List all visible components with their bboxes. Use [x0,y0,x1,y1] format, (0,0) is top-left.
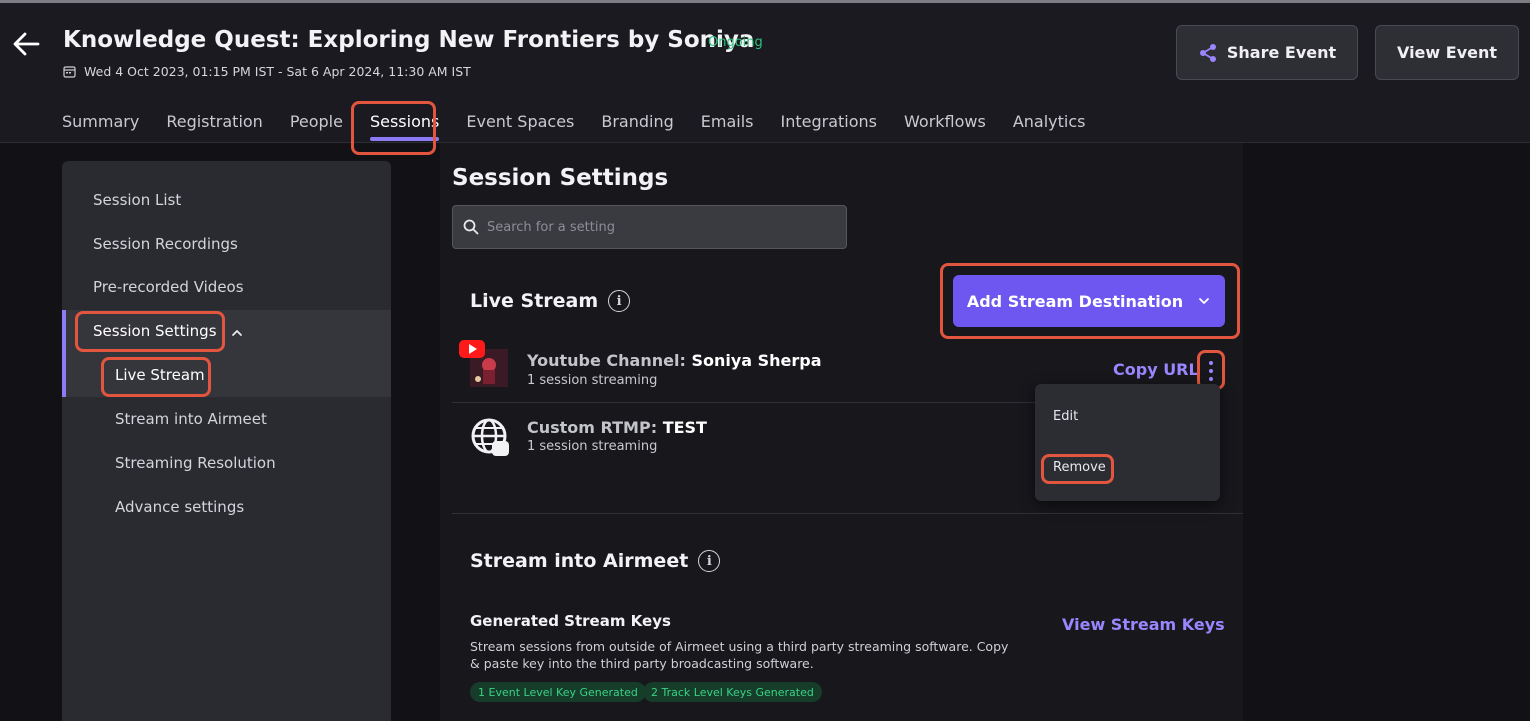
share-event-button[interactable]: Share Event [1176,25,1358,80]
menu-item-remove[interactable]: Remove [1053,460,1106,475]
destination-youtube-name: Youtube Channel: Soniya Sherpa [527,351,822,370]
destination-youtube-type: Youtube Channel: [527,351,686,370]
page-title: Session Settings [452,165,669,191]
sidebar-subitem-stream-into-airmeet[interactable]: Stream into Airmeet [115,410,267,428]
more-options-icon[interactable] [1201,354,1221,387]
destination-rtmp-label: TEST [662,418,707,437]
tab-registration[interactable]: Registration [166,99,262,143]
sidebar-subitem-live-stream[interactable]: Live Stream [115,366,205,384]
generated-stream-keys-title: Generated Stream Keys [470,612,671,630]
menu-item-edit[interactable]: Edit [1053,409,1078,424]
chevron-up-icon[interactable] [230,326,244,340]
event-level-key-badge: 1 Event Level Key Generated [470,682,646,702]
event-status-badge: Ongoing [708,35,763,50]
add-stream-destination-label: Add Stream Destination [966,291,1184,311]
sidebar-subitem-advance-settings[interactable]: Advance settings [115,498,244,516]
tab-branding[interactable]: Branding [601,99,673,143]
chevron-down-icon [1199,298,1210,304]
event-date-range: Wed 4 Oct 2023, 01:15 PM IST - Sat 6 Apr… [84,64,471,79]
youtube-channel-avatar [458,339,510,389]
tab-workflows[interactable]: Workflows [904,99,986,143]
share-icon [1199,43,1216,62]
settings-search-box[interactable] [452,205,847,249]
tab-emails[interactable]: Emails [701,99,754,143]
sidebar-item-session-recordings[interactable]: Session Recordings [93,235,238,253]
tab-people[interactable]: People [290,99,343,143]
destination-youtube-status: 1 session streaming [527,373,658,388]
share-event-label: Share Event [1226,43,1337,62]
event-title: Knowledge Quest: Exploring New Frontiers… [63,27,755,53]
event-date-row: Wed 4 Oct 2023, 01:15 PM IST - Sat 6 Apr… [63,64,471,79]
destination-rtmp-status: 1 session streaming [527,439,658,454]
event-tabs: Summary Registration People Sessions Eve… [62,99,1112,143]
section-divider [452,513,1243,514]
tab-sessions[interactable]: Sessions [369,99,440,143]
tab-summary[interactable]: Summary [62,99,139,143]
destination-options-menu: Edit Remove [1035,384,1220,501]
sidebar-active-indicator [62,310,66,397]
destination-rtmp-type: Custom RTMP: [527,418,658,437]
sidebar-item-session-list[interactable]: Session List [93,191,181,209]
stream-into-airmeet-title: Stream into Airmeet [470,550,689,572]
sidebar-subitem-streaming-resolution[interactable]: Streaming Resolution [115,454,276,472]
settings-search-input[interactable] [487,219,827,235]
generated-stream-keys-description: Stream sessions from outside of Airmeet … [470,639,1009,671]
live-stream-title: Live Stream [470,290,599,312]
tab-analytics[interactable]: Analytics [1013,99,1086,143]
view-event-button[interactable]: View Event [1375,25,1519,80]
search-icon [463,219,479,235]
destination-youtube-channel: Soniya Sherpa [691,351,822,370]
info-icon[interactable]: i [608,290,631,312]
sidebar-item-session-settings[interactable]: Session Settings [93,322,217,340]
destination-divider [452,402,1035,403]
info-icon[interactable]: i [698,550,721,572]
view-stream-keys-link[interactable]: View Stream Keys [1062,615,1225,634]
track-level-keys-badge: 2 Track Level Keys Generated [643,682,822,702]
add-stream-destination-button[interactable]: Add Stream Destination [953,275,1225,327]
tab-integrations[interactable]: Integrations [781,99,878,143]
sidebar-item-pre-recorded-videos[interactable]: Pre-recorded Videos [93,278,244,296]
back-arrow-icon[interactable] [10,27,44,61]
live-stream-heading: Live Stream i [470,290,631,312]
tab-event-spaces[interactable]: Event Spaces [466,99,574,143]
globe-icon [470,417,512,459]
copy-url-link[interactable]: Copy URL [1113,360,1199,379]
event-header: Knowledge Quest: Exploring New Frontiers… [0,3,1530,143]
calendar-icon [63,66,76,78]
destination-rtmp-name: Custom RTMP: TEST [527,418,707,437]
sessions-sidebar: Session List Session Recordings Pre-reco… [62,161,391,721]
stream-into-airmeet-heading: Stream into Airmeet i [470,550,721,572]
